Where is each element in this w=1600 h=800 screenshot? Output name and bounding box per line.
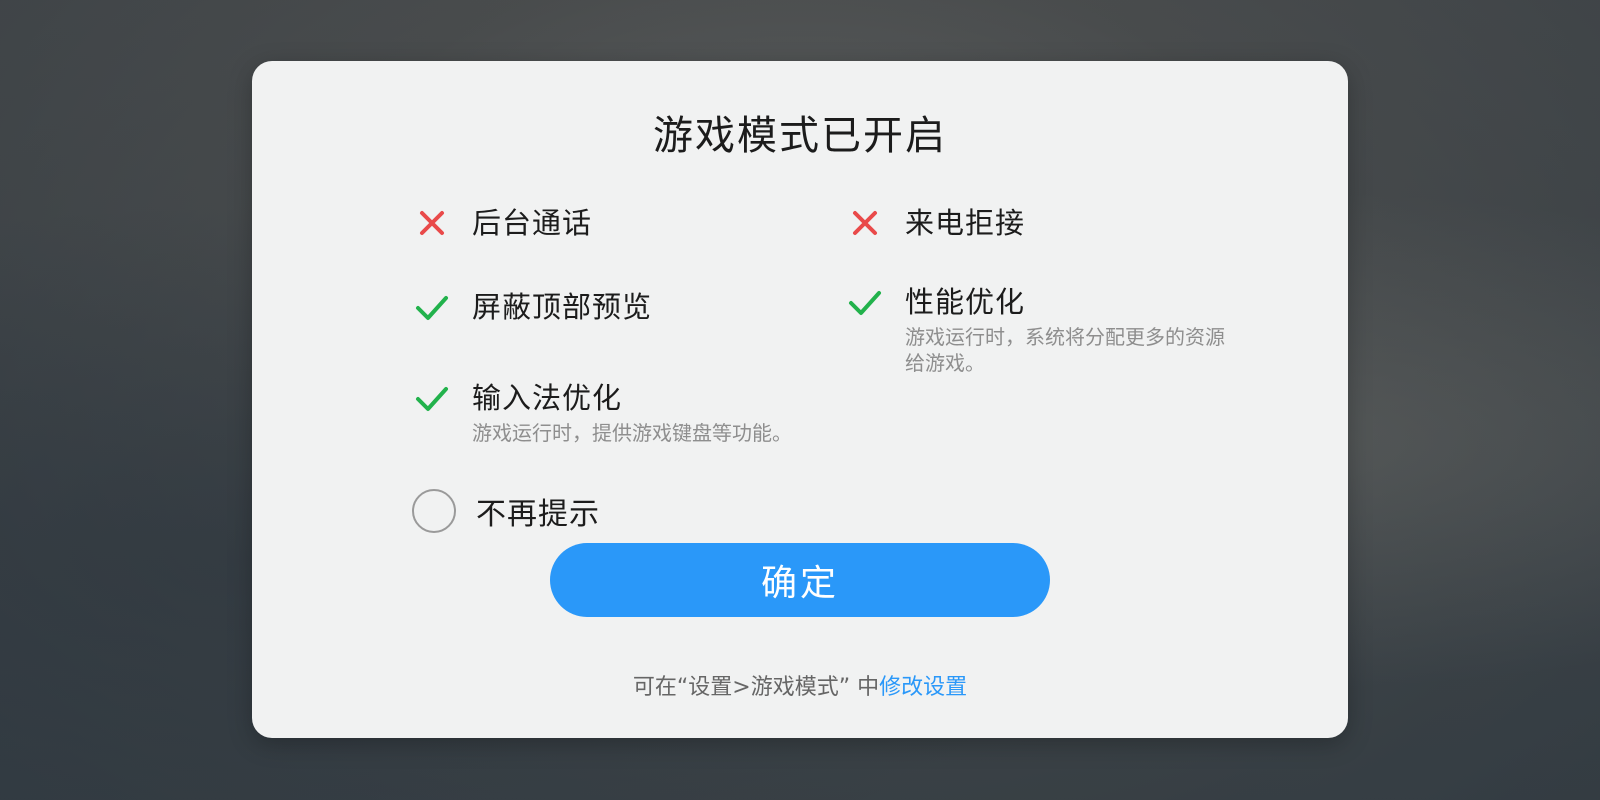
modify-settings-link[interactable]: 修改设置 — [879, 675, 967, 700]
feature-description: 游戏运行时，提供游戏键盘等功能。 — [472, 421, 792, 445]
feature-label: 性能优化 — [905, 285, 1026, 319]
cross-icon — [845, 203, 885, 243]
settings-hint-text: 可在“设置>游戏模式” 中 — [632, 675, 880, 700]
feature-label: 输入法优化 — [472, 381, 623, 415]
feature-call-reject: 来电拒接 — [845, 203, 1025, 243]
no-remind-label: 不再提示 — [476, 497, 600, 532]
confirm-button[interactable]: 确定 — [550, 543, 1050, 617]
no-remind-option[interactable]: 不再提示 — [412, 489, 600, 533]
feature-top-preview: 屏蔽顶部预览 — [412, 287, 652, 327]
check-icon — [412, 287, 452, 327]
dialog-title: 游戏模式已开启 — [653, 113, 947, 159]
no-remind-radio[interactable] — [412, 489, 456, 533]
game-mode-dialog: 游戏模式已开启 后台通话 来电拒接 屏蔽顶部预览 性能优化 游戏运行时，系统将分… — [252, 61, 1348, 738]
feature-label: 来电拒接 — [905, 206, 1026, 240]
settings-hint: 可在“设置>游戏模式” 中修改设置 — [252, 669, 1348, 701]
check-icon — [845, 282, 885, 322]
check-icon — [412, 378, 452, 418]
feature-ime: 输入法优化 游戏运行时，提供游戏键盘等功能。 — [412, 378, 802, 462]
feature-performance: 性能优化 游戏运行时，系统将分配更多的资源给游戏。 — [845, 282, 1235, 376]
feature-label: 后台通话 — [472, 206, 593, 240]
feature-description: 游戏运行时，系统将分配更多的资源给游戏。 — [905, 325, 1225, 375]
feature-label: 屏蔽顶部预览 — [472, 290, 653, 324]
feature-background-call: 后台通话 — [412, 203, 592, 243]
cross-icon — [412, 203, 452, 243]
